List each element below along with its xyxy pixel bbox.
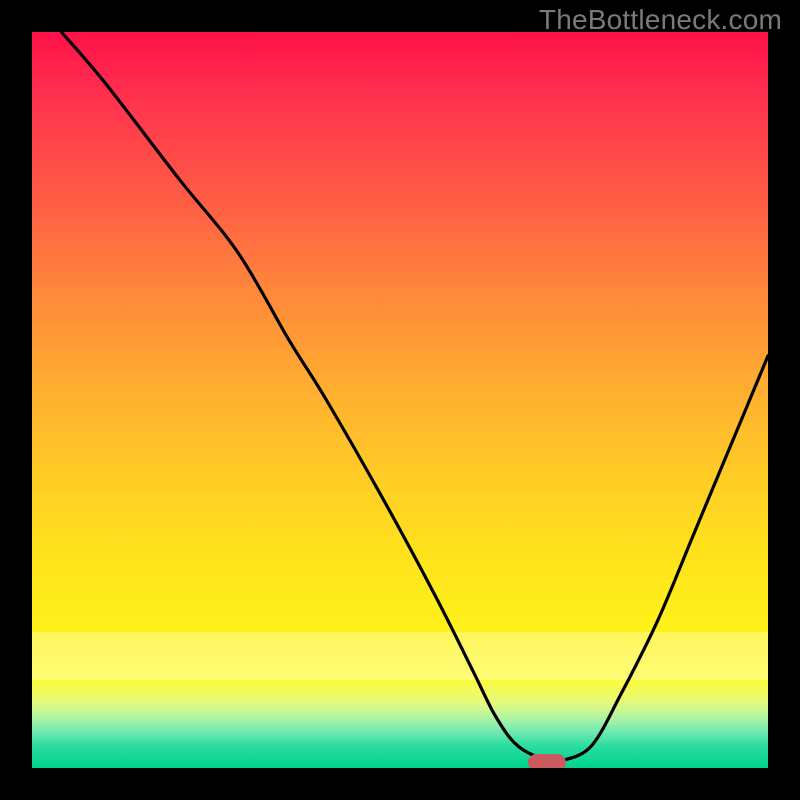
curve-path: [61, 32, 768, 762]
optimal-marker: [528, 754, 566, 769]
chart-frame: TheBottleneck.com: [0, 0, 800, 800]
plot-area: [32, 32, 768, 768]
curve-svg: [32, 32, 768, 768]
watermark-text: TheBottleneck.com: [539, 4, 782, 36]
